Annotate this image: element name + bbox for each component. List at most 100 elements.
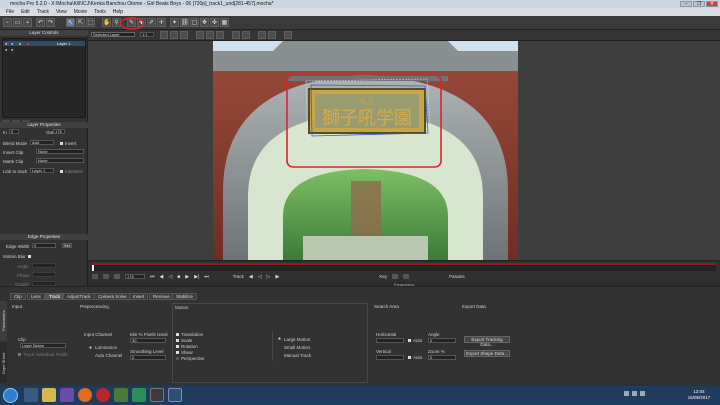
new-project-icon[interactable]: ▫ bbox=[3, 18, 12, 27]
matte-clip-select[interactable]: None bbox=[36, 158, 84, 163]
rectangle-tool-icon[interactable]: ▢ bbox=[190, 18, 199, 27]
taskbar-app-8-icon[interactable] bbox=[150, 388, 164, 402]
stabilize-view-icon[interactable] bbox=[216, 31, 224, 39]
menu-edit[interactable]: Edit bbox=[21, 8, 30, 16]
tab-track[interactable]: Track bbox=[45, 293, 65, 300]
rotation-checkbox[interactable] bbox=[176, 345, 179, 348]
start-button[interactable] bbox=[3, 388, 18, 403]
in-point-icon[interactable] bbox=[92, 274, 98, 279]
horizontal-auto-checkbox[interactable] bbox=[408, 339, 411, 342]
select-points-icon[interactable]: ⇱ bbox=[76, 18, 85, 27]
menu-view[interactable]: View bbox=[56, 8, 67, 16]
layer-lock-icon[interactable]: ● bbox=[11, 47, 13, 52]
reset-range-icon[interactable] bbox=[114, 274, 120, 279]
taskbar-app-3-icon[interactable] bbox=[60, 388, 74, 402]
scale-checkbox[interactable] bbox=[176, 339, 179, 342]
select-tool-icon[interactable]: ↖ bbox=[66, 18, 75, 27]
insert-clip-select[interactable]: None bbox=[36, 149, 84, 154]
menu-tools[interactable]: Tools bbox=[94, 8, 106, 16]
vertical-field[interactable] bbox=[376, 355, 404, 360]
bezier-tool-icon[interactable]: ✐ bbox=[147, 18, 156, 27]
firefox-icon[interactable] bbox=[78, 388, 92, 402]
horizontal-field[interactable] bbox=[376, 338, 404, 343]
open-icon[interactable]: ▭ bbox=[13, 18, 22, 27]
layer-list[interactable]: ● ● ■ ■ Layer 1 ● ● bbox=[2, 38, 86, 118]
layer-track-icon[interactable]: ■ bbox=[27, 41, 29, 46]
edge-width-field[interactable]: 0 bbox=[32, 243, 56, 248]
timeline-ruler[interactable] bbox=[92, 263, 716, 271]
save-icon[interactable]: ▪ bbox=[23, 18, 32, 27]
tab-camera-solve[interactable]: Camera Solve bbox=[94, 293, 131, 300]
taskbar-app-7-icon[interactable] bbox=[132, 388, 146, 402]
track-individual-checkbox[interactable] bbox=[18, 353, 21, 356]
layer-visibility-icon[interactable]: ● bbox=[5, 41, 7, 46]
undo-icon[interactable]: ↶ bbox=[36, 18, 45, 27]
taskbar-app-6-icon[interactable] bbox=[114, 388, 128, 402]
file-explorer-icon[interactable] bbox=[42, 388, 56, 402]
layer-visibility-icon[interactable]: ● bbox=[5, 47, 7, 52]
clock[interactable]: 12:04 16/05/2017 bbox=[680, 389, 718, 401]
video-frame[interactable]: 私立 獅子吼学園 bbox=[213, 41, 518, 260]
grid-icon[interactable]: ▦ bbox=[220, 18, 229, 27]
translation-checkbox[interactable] bbox=[176, 333, 179, 336]
tab-stabilize[interactable]: Stabilize bbox=[172, 293, 198, 300]
smoothing-field[interactable]: 0 bbox=[130, 355, 166, 360]
export-shape-button[interactable]: Export Shape Data... bbox=[464, 350, 510, 357]
minimize-button[interactable]: – bbox=[680, 1, 692, 7]
shear-checkbox[interactable] bbox=[176, 351, 179, 354]
large-motion-radio[interactable]: ● bbox=[278, 336, 281, 342]
layer-color-icon[interactable]: ■ bbox=[19, 41, 21, 46]
volume-icon[interactable] bbox=[640, 391, 645, 396]
next-frame-icon[interactable]: ▶| bbox=[194, 274, 199, 280]
crosshair-icon[interactable]: ✜ bbox=[210, 18, 219, 27]
layer-view-select[interactable]: Selected Layer bbox=[91, 32, 135, 37]
zoom-select[interactable]: 1:1 bbox=[140, 32, 154, 37]
luminance-radio[interactable]: ● bbox=[89, 345, 92, 351]
track-backward-icon[interactable]: ◀ bbox=[249, 274, 253, 280]
menu-track[interactable]: Track bbox=[37, 8, 49, 16]
layer-row-2[interactable]: ● ● bbox=[3, 47, 85, 52]
maximize-button[interactable]: ❐ bbox=[693, 1, 705, 7]
show-planar-surface-icon[interactable] bbox=[196, 31, 204, 39]
side-tab-dope-sheet[interactable]: Dope Sheet bbox=[0, 343, 7, 383]
search-zoom-field[interactable]: 0 bbox=[428, 355, 456, 360]
track-forward-step-icon[interactable]: ▷ bbox=[267, 274, 271, 280]
tab-clip[interactable]: Clip bbox=[10, 293, 26, 300]
playhead[interactable] bbox=[92, 265, 94, 271]
select-layer-icon[interactable]: ⬚ bbox=[86, 18, 95, 27]
first-frame-icon[interactable]: ⏮ bbox=[150, 274, 155, 280]
tab-remove[interactable]: Remove bbox=[149, 293, 174, 300]
mocha-pro-taskbar-icon[interactable] bbox=[168, 388, 182, 402]
render-icon[interactable] bbox=[258, 31, 266, 39]
stop-icon[interactable]: ■ bbox=[177, 274, 180, 280]
trace-icon[interactable] bbox=[232, 31, 240, 39]
menu-movie[interactable]: Movie bbox=[74, 8, 87, 16]
last-frame-icon[interactable]: ⏭ bbox=[204, 274, 209, 280]
set-edge-button[interactable]: Set bbox=[62, 243, 72, 248]
track-backward-step-icon[interactable]: ◁ bbox=[258, 274, 262, 280]
min-pixels-field[interactable]: 30 bbox=[130, 338, 166, 343]
tab-adjusttrack[interactable]: AdjustTrack bbox=[63, 293, 95, 300]
layer-row[interactable]: ● ● ■ ■ Layer 1 bbox=[3, 41, 85, 46]
tab-lens[interactable]: Lens bbox=[27, 293, 45, 300]
export-tracking-button[interactable]: Export Tracking Data... bbox=[464, 336, 510, 347]
out-point-icon[interactable] bbox=[103, 274, 109, 279]
link-icon[interactable]: ⛓ bbox=[180, 18, 189, 27]
taskbar-app-5-icon[interactable] bbox=[96, 388, 110, 402]
invert-checkbox[interactable] bbox=[60, 142, 63, 145]
input-clip-select[interactable]: Layer Below bbox=[20, 343, 66, 348]
link-to-track-select[interactable]: Layer 1 bbox=[30, 168, 54, 173]
in-field[interactable]: 0 bbox=[9, 129, 19, 134]
network-icon[interactable] bbox=[632, 391, 637, 396]
add-key-icon[interactable] bbox=[392, 274, 399, 279]
add-point-icon[interactable]: ✦ bbox=[170, 18, 179, 27]
close-button[interactable]: ✕ bbox=[706, 1, 718, 7]
vertical-auto-checkbox[interactable] bbox=[408, 356, 411, 359]
show-mattes-icon[interactable] bbox=[170, 31, 178, 39]
layer-lock-icon[interactable]: ● bbox=[11, 41, 13, 46]
show-splines-icon[interactable] bbox=[180, 31, 188, 39]
prev-frame-icon[interactable]: ◀ bbox=[160, 274, 164, 280]
delete-key-icon[interactable] bbox=[403, 274, 410, 279]
frame-field[interactable]: 176 bbox=[125, 274, 145, 279]
tray-icon[interactable] bbox=[624, 391, 629, 396]
